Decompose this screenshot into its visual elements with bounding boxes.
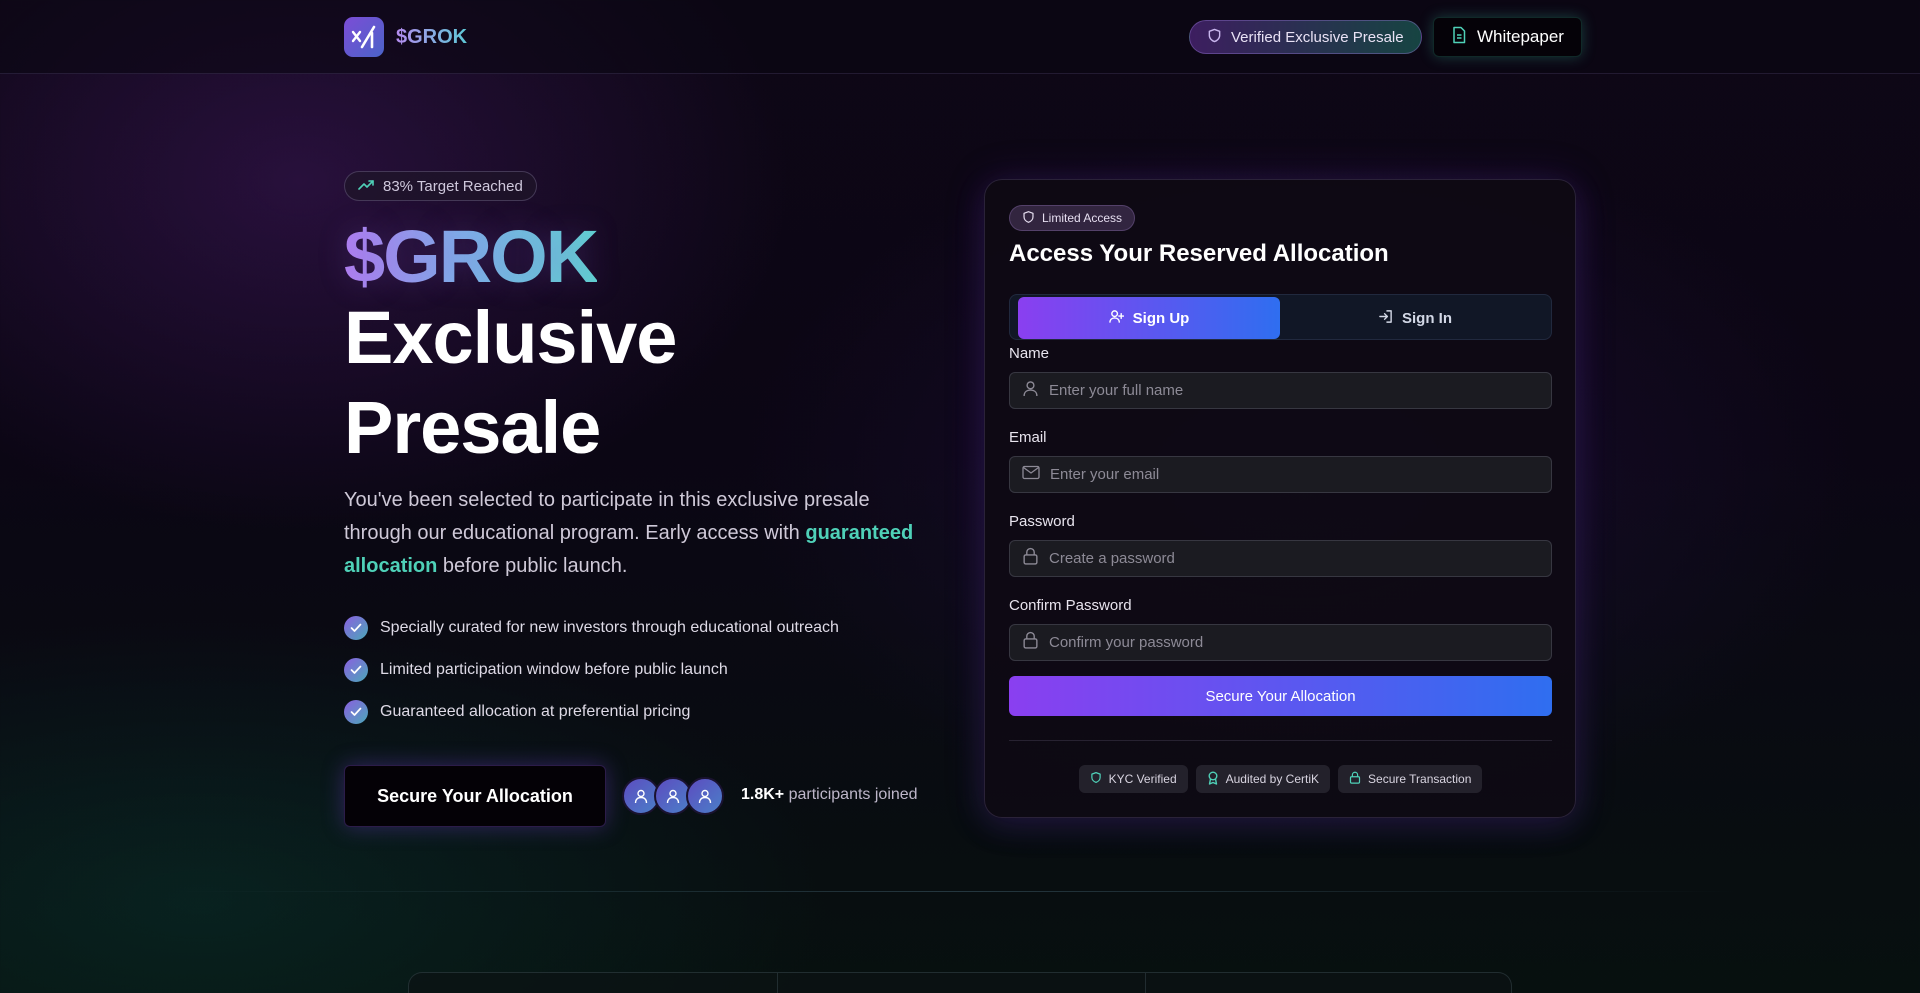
logo-icon[interactable] <box>344 17 384 57</box>
avatar <box>686 777 724 815</box>
check-icon <box>344 616 368 640</box>
award-icon <box>1207 771 1219 788</box>
email-field-wrapper <box>1009 456 1552 493</box>
stats-separator <box>1145 973 1146 993</box>
name-input[interactable] <box>1049 382 1529 399</box>
stats-panel <box>408 972 1512 993</box>
confirm-password-input[interactable] <box>1049 634 1529 651</box>
lock-icon <box>1349 771 1361 787</box>
tab-sign-up-label: Sign Up <box>1132 309 1190 327</box>
top-header: $GROK Verified Exclusive Presale Whitepa… <box>0 0 1920 74</box>
feature-text: Limited participation window before publ… <box>380 661 728 678</box>
feature-item: Guaranteed allocation at preferential pr… <box>344 700 690 724</box>
hero-title-line1: Exclusive <box>344 296 677 379</box>
shield-icon <box>1090 771 1102 787</box>
feature-item: Specially curated for new investors thro… <box>344 616 839 640</box>
feature-text: Specially curated for new investors thro… <box>380 619 839 636</box>
secure-transaction-badge: Secure Transaction <box>1338 765 1483 793</box>
logo-text[interactable]: $GROK <box>396 26 467 49</box>
mail-icon <box>1022 465 1040 485</box>
tab-sign-in[interactable]: Sign In <box>1284 297 1546 339</box>
user-plus-icon <box>1108 309 1124 328</box>
audited-badge: Audited by CertiK <box>1195 765 1331 793</box>
shield-icon <box>1207 28 1222 47</box>
document-icon <box>1451 26 1467 49</box>
check-icon <box>344 700 368 724</box>
check-icon <box>344 658 368 682</box>
participants-label: participants joined <box>788 786 918 803</box>
hero-desc-text: You've been selected to participate in t… <box>344 489 870 544</box>
lock-icon <box>1022 547 1039 570</box>
form-title: Access Your Reserved Allocation <box>1009 240 1389 267</box>
trust-badges: KYC Verified Audited by CertiK Secure Tr… <box>1009 765 1552 793</box>
confirm-password-label: Confirm Password <box>1009 597 1132 614</box>
email-label: Email <box>1009 429 1047 446</box>
target-reached-badge: 83% Target Reached <box>344 171 537 201</box>
limited-access-badge: Limited Access <box>1009 205 1136 231</box>
audited-label: Audited by CertiK <box>1225 772 1320 786</box>
target-reached-label: 83% Target Reached <box>383 177 523 195</box>
email-input[interactable] <box>1050 466 1530 483</box>
auth-tabs: Sign Up Sign In <box>1009 294 1552 340</box>
kyc-verified-label: KYC Verified <box>1108 772 1177 786</box>
hero-token-title: $GROK <box>344 215 599 298</box>
feature-item: Limited participation window before publ… <box>344 658 728 682</box>
section-divider <box>180 891 1740 892</box>
secure-transaction-label: Secure Transaction <box>1368 772 1472 786</box>
name-field-wrapper <box>1009 372 1552 409</box>
user-icon <box>1022 380 1039 402</box>
name-label: Name <box>1009 345 1050 362</box>
stats-separator <box>777 973 778 993</box>
shield-icon <box>1022 210 1035 227</box>
secure-allocation-submit-button[interactable]: Secure Your Allocation <box>1009 676 1552 716</box>
whitepaper-label: Whitepaper <box>1477 27 1564 46</box>
verified-presale-badge: Verified Exclusive Presale <box>1189 20 1422 54</box>
tab-sign-in-label: Sign In <box>1402 309 1452 327</box>
limited-access-label: Limited Access <box>1042 211 1123 225</box>
participants-count: 1.8K+ participants joined <box>741 786 918 804</box>
whitepaper-button[interactable]: Whitepaper <box>1433 17 1582 57</box>
feature-text: Guaranteed allocation at preferential pr… <box>380 703 691 720</box>
divider <box>1009 740 1552 741</box>
password-field-wrapper <box>1009 540 1552 577</box>
hero-title-line2: Presale <box>344 386 601 469</box>
confirm-password-field-wrapper <box>1009 624 1552 661</box>
hero-description: You've been selected to participate in t… <box>344 484 934 583</box>
verified-presale-label: Verified Exclusive Presale <box>1231 28 1404 46</box>
allocation-form-card: Limited Access Access Your Reserved Allo… <box>984 179 1576 818</box>
password-label: Password <box>1009 513 1075 530</box>
secure-allocation-cta-button[interactable]: Secure Your Allocation <box>344 765 606 827</box>
participants-number: 1.8K+ <box>741 786 785 803</box>
kyc-verified-badge: KYC Verified <box>1078 765 1188 793</box>
trending-up-icon <box>358 178 374 195</box>
password-input[interactable] <box>1049 550 1529 567</box>
tab-sign-up[interactable]: Sign Up <box>1018 297 1280 339</box>
hero-desc-text-end: before public launch. <box>437 555 628 577</box>
lock-icon <box>1022 631 1039 654</box>
log-in-icon <box>1378 309 1393 328</box>
